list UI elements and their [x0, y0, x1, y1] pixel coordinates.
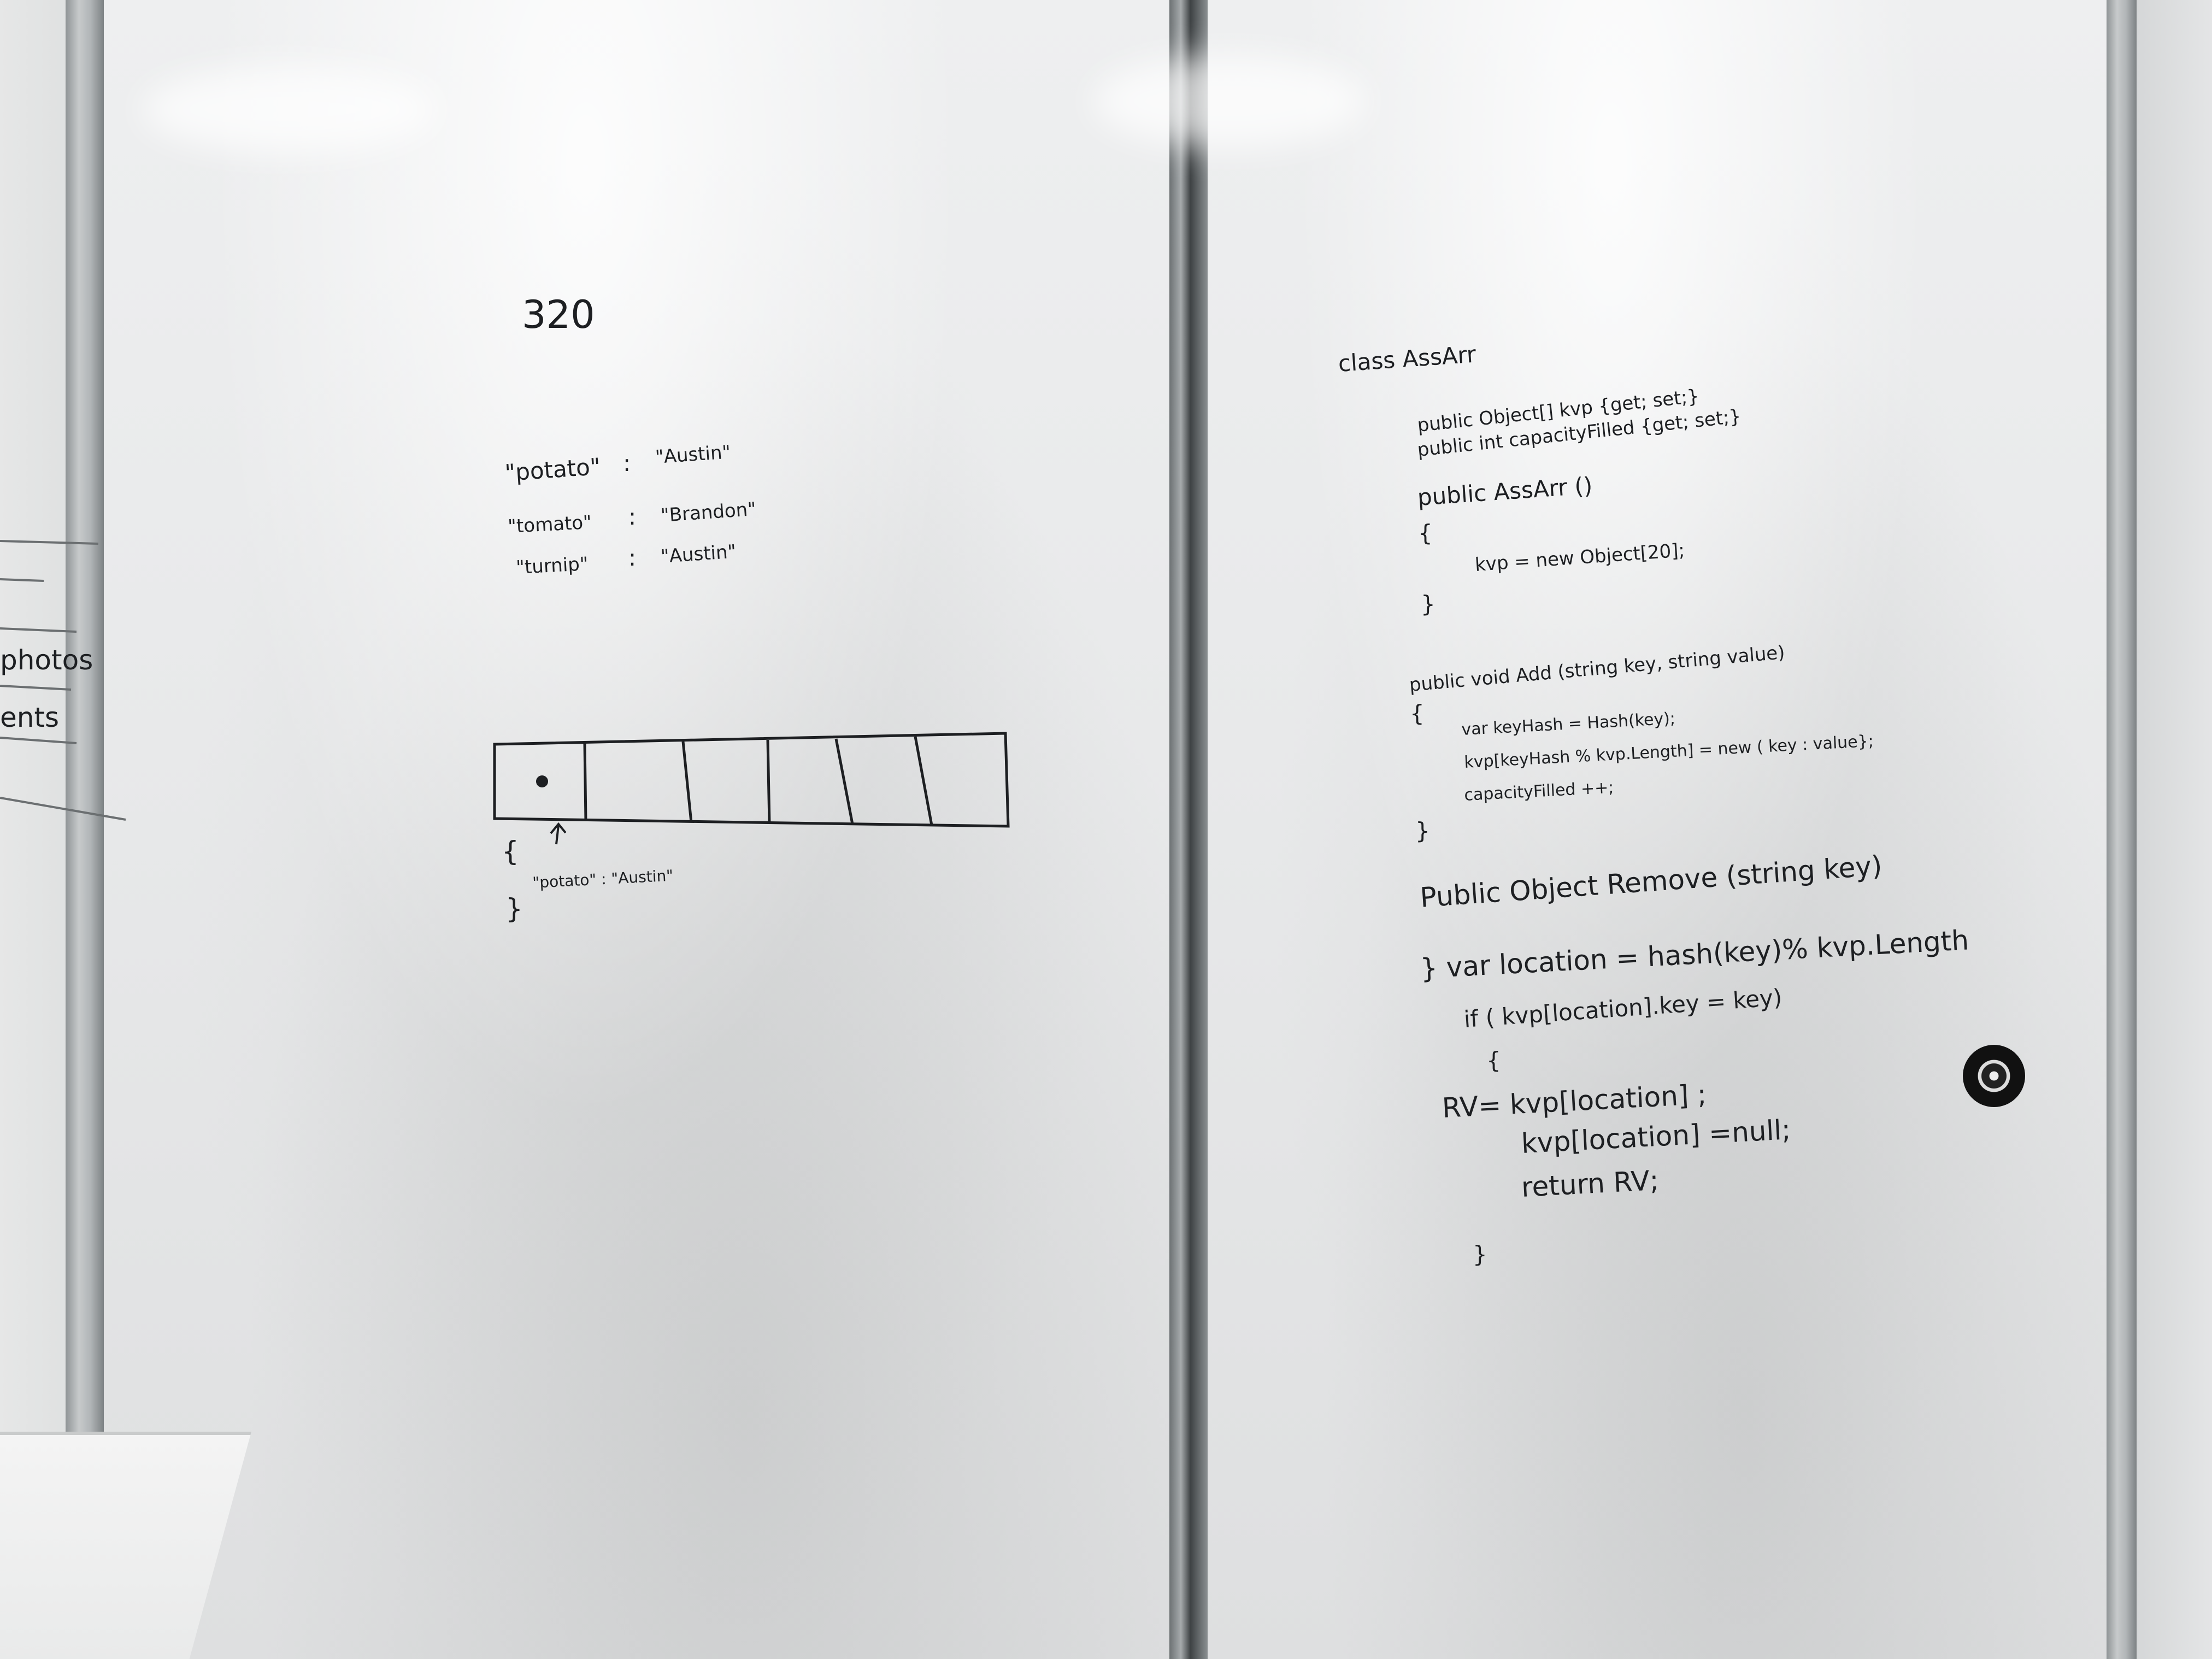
- marker-writing: photos ents 320 "potato" : "Austin" "tom…: [0, 292, 1969, 1268]
- pair-key: "turnip": [515, 553, 589, 579]
- pair-key: "tomato": [507, 511, 592, 538]
- edge-fragment: ents: [0, 702, 59, 733]
- code-line: {: [1410, 700, 1425, 727]
- array-cell-divider: [914, 736, 933, 826]
- code-line: }: [1421, 591, 1436, 617]
- code-line: var keyHash = Hash(key);: [1461, 709, 1676, 739]
- pair-separator: :: [628, 503, 636, 530]
- array-outline: [493, 732, 1010, 828]
- array-cell-divider: [681, 741, 693, 823]
- code-line: if ( kvp[location].key = key): [1463, 984, 1782, 1033]
- array-cell-divider: [583, 743, 587, 821]
- code-line: RV= kvp[location] ;: [1442, 1079, 1708, 1124]
- pair-separator: :: [623, 450, 631, 476]
- pair-key: "potato": [504, 453, 601, 486]
- code-line: }: [1473, 1241, 1487, 1268]
- pair-separator: :: [628, 544, 636, 571]
- code-line: kvp[keyHash % kvp.Length] = new ( key : …: [1464, 732, 1874, 772]
- array-diagram: [493, 732, 1010, 828]
- pair-value: "Austin": [655, 441, 732, 468]
- code-line: }: [1415, 817, 1430, 844]
- bucket-entry: "potato" : "Austin": [532, 867, 674, 892]
- pair-value: "Brandon": [660, 498, 757, 527]
- bucket-close-brace: }: [505, 893, 523, 925]
- right-board-code: class AssArr public Object[] kvp {get; s…: [1337, 340, 1969, 1268]
- code-line: {: [1486, 1047, 1501, 1074]
- code-line: public void Add (string key, string valu…: [1408, 642, 1786, 696]
- edge-board-writing: photos ents: [0, 540, 126, 821]
- code-line: return RV;: [1521, 1164, 1660, 1203]
- code-line: capacityFilled ++;: [1464, 778, 1615, 805]
- code-line: class AssArr: [1337, 340, 1477, 377]
- left-board-writing: 320 "potato" : "Austin" "tomato" : "Bran…: [493, 292, 1010, 925]
- whiteboard-photo: photos ents 320 "potato" : "Austin" "tom…: [0, 0, 2212, 1659]
- board-heading: 320: [522, 292, 595, 337]
- bucket-open-brace: {: [502, 836, 519, 867]
- code-line: } var location = hash(key)% kvp.Length: [1420, 924, 1970, 985]
- code-line: public AssArr (): [1416, 472, 1593, 511]
- code-line: {: [1418, 520, 1433, 546]
- array-cell-divider: [766, 739, 771, 824]
- code-line: kvp[location] =null;: [1521, 1114, 1792, 1160]
- code-line: Public Object Remove (string key): [1419, 850, 1883, 914]
- edge-fragment: photos: [0, 644, 93, 676]
- array-slot-dot: [536, 775, 548, 787]
- arrow-up-icon: [550, 822, 567, 845]
- pair-value: "Austin": [660, 540, 737, 568]
- array-cell-divider: [834, 738, 854, 825]
- code-line: kvp = new Object[20];: [1474, 539, 1685, 576]
